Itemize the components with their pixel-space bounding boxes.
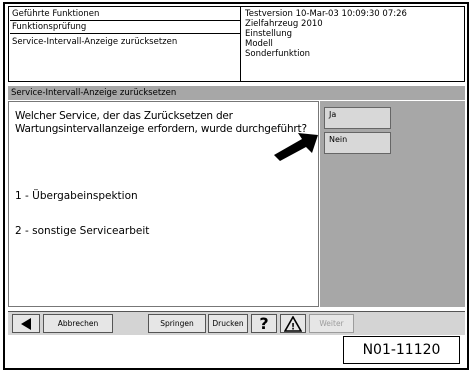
header-right-line-4: Modell [245, 39, 273, 49]
question-text: Welcher Service, der das Zurücksetzen de… [15, 110, 307, 135]
warning-button[interactable]: ! [280, 314, 306, 333]
yes-button[interactable]: Ja [324, 107, 391, 129]
header-rule [10, 33, 240, 34]
header-right-line-3: Einstellung [245, 29, 293, 39]
reference-code: N01-11120 [343, 336, 460, 364]
header-left-line-1: Geführte Funktionen [12, 9, 100, 19]
header-left-line-3: Service-Intervall-Anzeige zurücksetzen [12, 37, 178, 47]
bottom-toolbar: Abbrechen Springen Drucken ? ! Weiter [8, 311, 465, 335]
header-right-line-1: Testversion 10-Mar-03 10:09:30 07:26 [245, 9, 407, 19]
header-info: Geführte Funktionen Funktionsprüfung Ser… [8, 6, 465, 82]
header-right-line-2: Zielfahrzeug 2010 [245, 19, 323, 29]
jump-button[interactable]: Springen [148, 314, 206, 333]
header-rule [10, 20, 240, 21]
back-arrow-button[interactable] [12, 314, 40, 333]
warning-glyph: ! [291, 323, 295, 333]
left-arrow-icon [21, 318, 31, 330]
header-right-line-5: Sonderfunktion [245, 49, 311, 59]
cancel-button[interactable]: Abbrechen [43, 314, 113, 333]
next-button-disabled: Weiter [309, 314, 354, 333]
print-button[interactable]: Drucken [208, 314, 248, 333]
option-1: 1 - Übergabeinspektion [15, 190, 138, 202]
page-title: Service-Intervall-Anzeige zurücksetzen [8, 86, 465, 100]
side-panel: Ja Nein [320, 101, 465, 307]
no-button[interactable]: Nein [324, 132, 391, 154]
warning-triangle-icon: ! [283, 315, 303, 333]
pointer-arrow-icon [274, 133, 318, 161]
help-button[interactable]: ? [251, 314, 277, 333]
header-divider [240, 7, 241, 81]
header-left-line-2: Funktionsprüfung [12, 22, 87, 32]
option-2: 2 - sonstige Servicearbeit [15, 225, 150, 237]
